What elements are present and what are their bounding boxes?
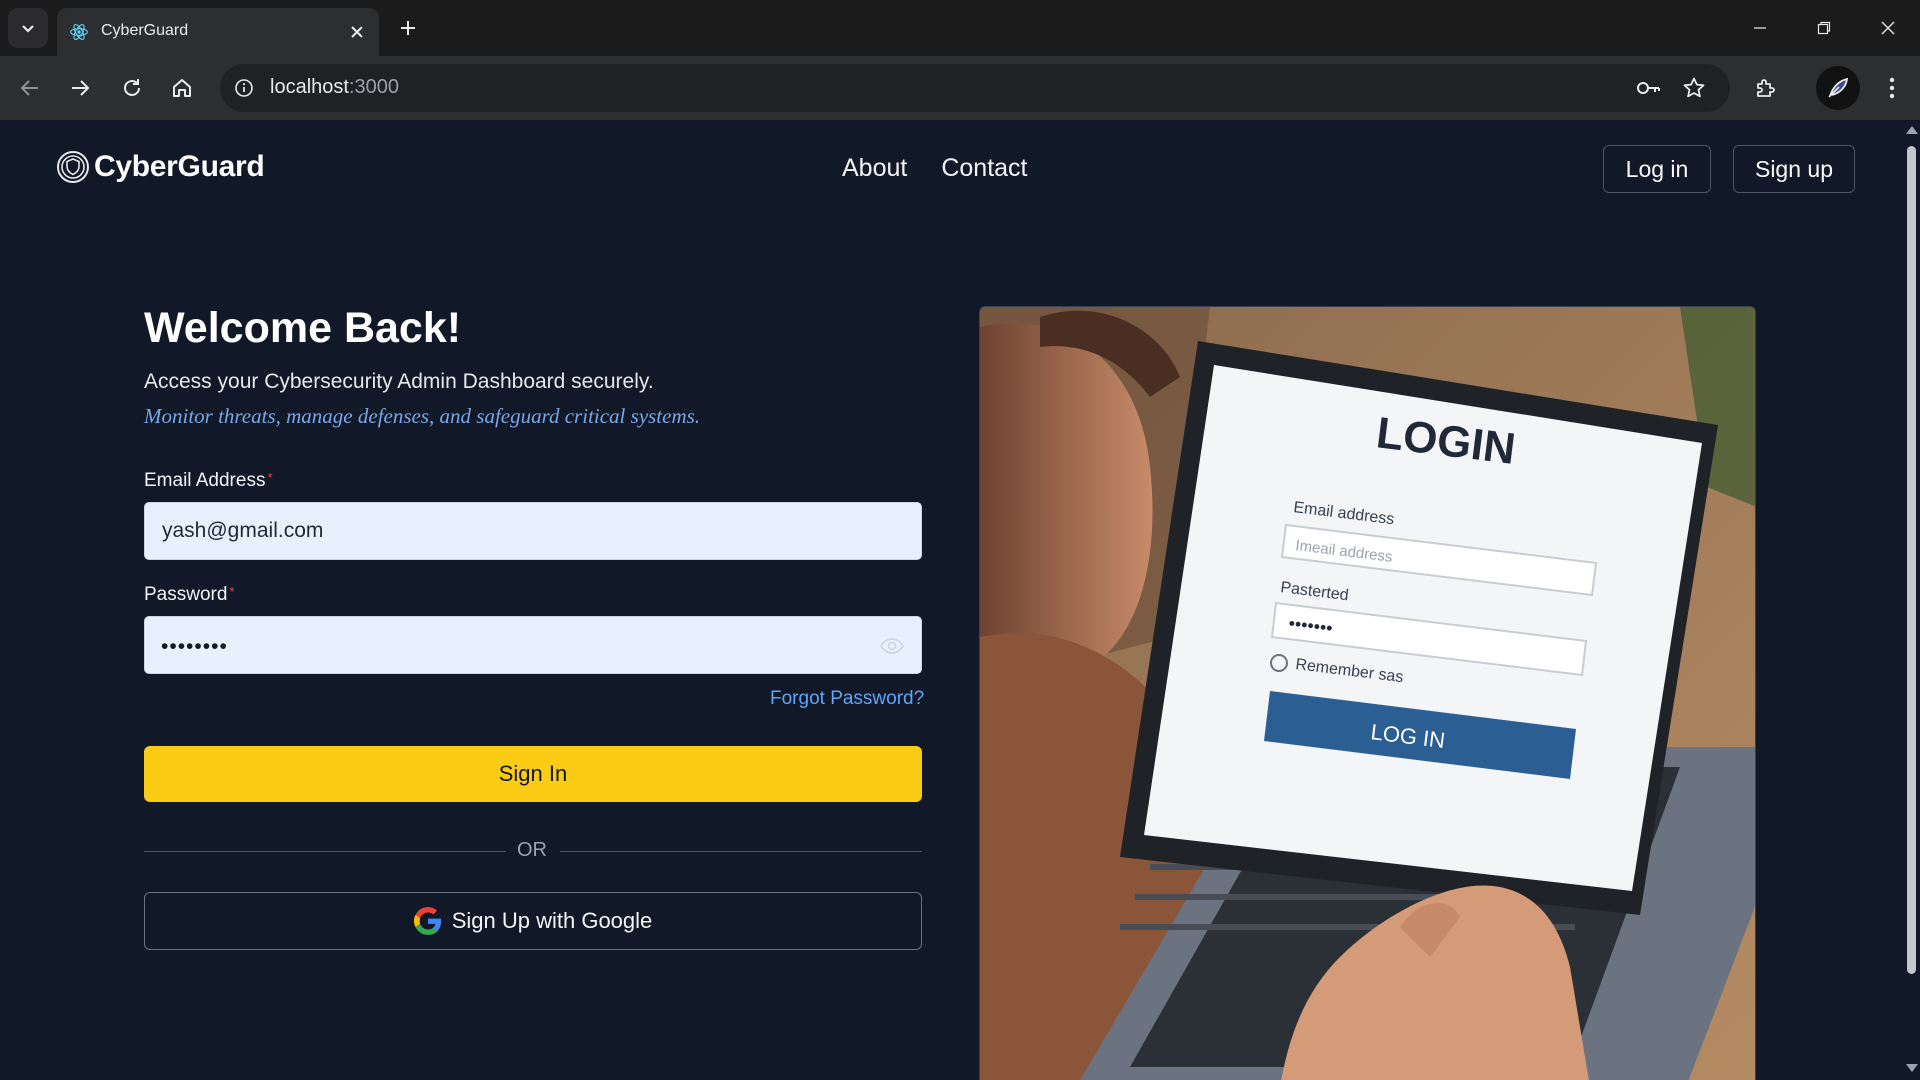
email-label: Email Address * [144,470,273,492]
react-logo-icon [70,24,88,40]
site-info-button[interactable] [228,72,260,104]
browser-tab[interactable]: CyberGuard [57,8,379,56]
window-controls [1728,0,1920,56]
password-label: Password * [144,584,234,606]
browser-menu-button[interactable] [1874,70,1910,106]
page-tagline: Monitor threats, manage defenses, and sa… [144,404,701,428]
divider-right [560,851,922,852]
google-signup-label: Sign Up with Google [451,908,653,933]
close-window-button[interactable] [1856,0,1920,56]
laptop-login-illustration: LOGIN Email address Imeail address Paste… [980,307,1755,1080]
forward-button[interactable] [62,70,98,106]
profile-feather-icon [1828,77,1849,98]
sign-in-button[interactable]: Sign In [144,746,922,802]
home-button[interactable] [164,70,200,106]
bookmark-button[interactable] [1680,74,1708,102]
password-field[interactable]: •••••••• [144,616,922,674]
profile-avatar[interactable] [1816,66,1860,110]
email-field[interactable]: yash@gmail.com [144,502,922,560]
minimize-icon [1754,27,1766,29]
browser-toolbar: localhost:3000 [0,56,1920,120]
required-mark: * [267,470,273,485]
brand-logo[interactable]: CyberGuard [56,150,265,184]
page-content: CyberGuard About Contact Log in Sign up … [0,120,1902,1080]
signup-button[interactable]: Sign up [1733,145,1855,193]
url-host: localhost [270,76,349,98]
scroll-up-arrow[interactable] [1906,126,1918,134]
reload-button[interactable] [114,70,150,106]
chevron-down-icon [22,25,34,33]
restore-button[interactable] [1792,0,1856,56]
close-icon [351,26,363,38]
or-separator: OR [517,839,547,861]
star-icon [1683,77,1705,98]
password-key-button[interactable] [1634,74,1662,102]
google-g-icon [413,907,441,935]
tab-close-button[interactable] [345,20,369,44]
nav-about-link[interactable]: About [842,154,907,183]
email-label-text: Email Address [144,470,266,491]
browser-tabstrip: CyberGuard [0,0,1920,56]
close-icon [1881,21,1895,35]
scroll-thumb[interactable] [1907,146,1916,974]
new-tab-button[interactable] [392,12,424,44]
info-icon [235,79,253,97]
divider-left [144,851,506,852]
arrow-right-icon [72,80,90,96]
scroll-down-arrow[interactable] [1906,1064,1918,1072]
email-value: yash@gmail.com [162,519,324,542]
back-button[interactable] [12,70,48,106]
key-icon [1637,82,1660,94]
page-subtitle: Access your Cybersecurity Admin Dashboar… [144,370,654,393]
extensions-button[interactable] [1748,70,1784,106]
page-scrollbar[interactable] [1902,120,1920,1080]
reload-icon [124,79,140,96]
password-label-text: Password [144,584,228,605]
required-mark: * [229,584,235,599]
more-vertical-icon [1889,77,1895,99]
home-icon [173,79,191,97]
minimize-button[interactable] [1728,0,1792,56]
password-value: •••••••• [161,635,228,658]
main-nav: About Contact [842,154,1028,183]
login-button[interactable]: Log in [1603,145,1711,193]
url-port: :3000 [348,76,399,98]
tab-title: CyberGuard [101,22,189,39]
shield-logo-icon [57,151,89,183]
forgot-password-link[interactable]: Forgot Password? [770,688,924,710]
google-signup-button[interactable]: Sign Up with Google [144,892,922,950]
restore-icon [1817,21,1831,35]
url-text[interactable]: localhost:3000 [270,76,399,99]
address-bar[interactable]: localhost:3000 [220,64,1730,112]
hero-image: LOGIN Email address Imeail address Paste… [979,306,1756,1080]
brand-name: CyberGuard [94,150,265,183]
plus-icon [401,21,415,35]
arrow-left-icon [20,80,38,96]
puzzle-icon [1757,79,1775,97]
nav-contact-link[interactable]: Contact [941,154,1027,183]
eye-icon[interactable] [879,634,905,658]
tab-search-button[interactable] [8,8,48,48]
page-title: Welcome Back! [144,304,462,352]
